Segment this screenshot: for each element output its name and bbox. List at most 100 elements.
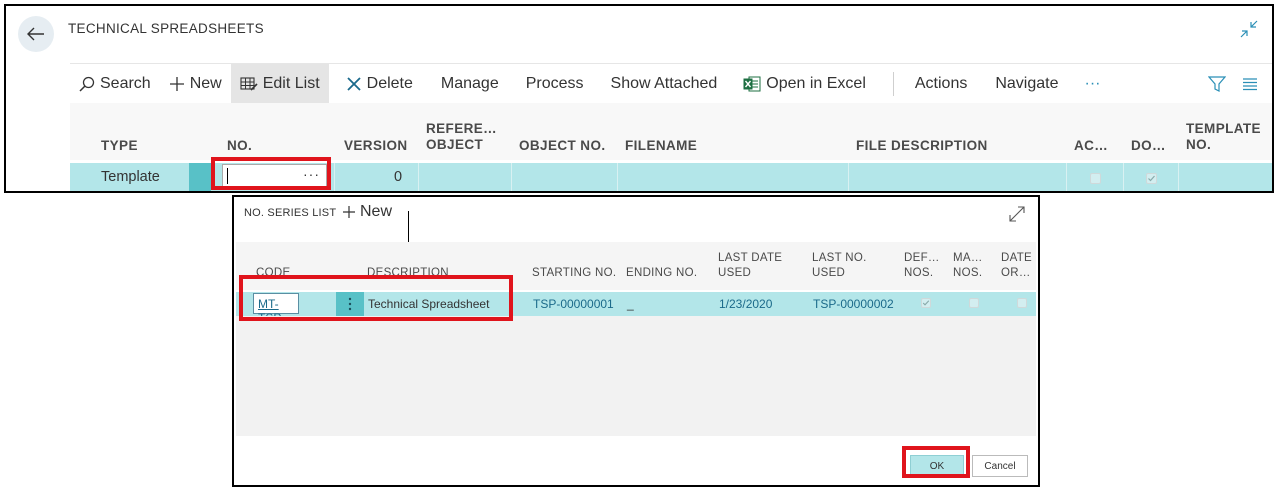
- no-input[interactable]: ···: [222, 164, 327, 188]
- row-selector[interactable]: [189, 163, 211, 191]
- delete-button[interactable]: Delete: [337, 64, 422, 104]
- col-last-no-used-line2: USED: [812, 267, 846, 279]
- col-default-nos-line2: NOS.: [904, 267, 934, 279]
- col-last-date-used[interactable]: LAST DATE USED: [718, 251, 782, 281]
- ok-button[interactable]: OK: [910, 455, 964, 477]
- dialog-title: NO. SERIES LIST: [244, 207, 337, 219]
- column-divider: [1123, 163, 1124, 191]
- search-button[interactable]: Search: [70, 64, 160, 104]
- code-link[interactable]: MT-TSP: [253, 293, 299, 325]
- delete-x-icon: [346, 76, 362, 92]
- col-reference-object-line2: OBJECT: [426, 137, 484, 152]
- back-button[interactable]: [18, 16, 54, 52]
- new-button[interactable]: New: [160, 64, 231, 104]
- col-default-nos-line1: DEF…: [904, 252, 940, 264]
- col-manual-nos-line1: MA…: [953, 252, 983, 264]
- more-options-button[interactable]: ···: [1076, 64, 1110, 104]
- row-menu-button[interactable]: [336, 292, 364, 316]
- expand-icon[interactable]: [1008, 205, 1026, 223]
- dialog-new-button[interactable]: New: [342, 203, 392, 221]
- checkmark-icon: [922, 300, 930, 306]
- table-row[interactable]: MT-TSP Technical Spreadsheet TSP-0000000…: [236, 292, 1036, 325]
- col-template-no-line2: NO.: [1186, 137, 1212, 152]
- col-last-date-used-line1: LAST DATE: [718, 252, 783, 264]
- vertical-ellipsis-icon: [348, 297, 352, 311]
- text-caret: [227, 168, 228, 184]
- actions-label: Actions: [914, 74, 968, 92]
- filter-icon[interactable]: [1208, 76, 1226, 92]
- col-manual-nos[interactable]: MA… NOS.: [953, 251, 983, 281]
- col-last-date-used-line2: USED: [718, 267, 752, 279]
- cell-last-date-used[interactable]: 1/23/2020: [719, 297, 772, 311]
- navigate-label: Navigate: [995, 74, 1059, 92]
- col-reference-object[interactable]: REFERE… OBJECT: [426, 121, 497, 153]
- col-ending-no[interactable]: ENDING NO.: [626, 266, 697, 281]
- manage-label: Manage: [440, 74, 499, 92]
- col-version[interactable]: VERSION: [344, 138, 408, 154]
- col-file-description[interactable]: FILE DESCRIPTION: [856, 138, 988, 154]
- column-divider: [1066, 163, 1067, 191]
- collapse-icon[interactable]: [1240, 20, 1258, 38]
- manual-nos-checkbox[interactable]: [969, 298, 979, 308]
- lookup-button[interactable]: ···: [303, 166, 320, 182]
- search-label: Search: [100, 74, 151, 92]
- empty-list-area: [236, 316, 1036, 436]
- col-template-no[interactable]: TEMPLATE NO.: [1186, 121, 1261, 153]
- col-date-order-line1: DATE: [1001, 252, 1033, 264]
- cell-ending-no[interactable]: _: [627, 297, 634, 311]
- col-filename[interactable]: FILENAME: [625, 138, 697, 154]
- edit-list-label: Edit List: [262, 74, 320, 92]
- column-divider: [1178, 163, 1179, 191]
- navigate-menu[interactable]: Navigate: [986, 64, 1067, 104]
- plus-icon: [169, 76, 185, 92]
- cell-version[interactable]: 0: [394, 169, 402, 185]
- action-bar: Search New Edit List Delete Manage Proce…: [70, 63, 1272, 104]
- list-view-icon[interactable]: [1242, 77, 1258, 91]
- column-divider: [511, 163, 512, 191]
- delete-label: Delete: [366, 74, 413, 92]
- show-attached-button[interactable]: Show Attached: [602, 64, 727, 104]
- main-window: TECHNICAL SPREADSHEETS Search New Edit L…: [4, 4, 1274, 193]
- ac-checkbox[interactable]: [1090, 173, 1101, 184]
- col-do[interactable]: DO…: [1131, 138, 1166, 154]
- col-date-order[interactable]: DATE OR…: [1001, 251, 1032, 281]
- col-starting-no[interactable]: STARTING NO.: [532, 266, 616, 281]
- process-menu[interactable]: Process: [517, 64, 593, 104]
- cell-starting-no[interactable]: TSP-00000001: [533, 297, 614, 311]
- plus-icon: [342, 205, 356, 219]
- excel-icon: [743, 76, 761, 92]
- cell-type[interactable]: Template: [101, 169, 160, 185]
- column-divider: [848, 163, 849, 191]
- col-type[interactable]: TYPE: [101, 138, 138, 154]
- col-default-nos[interactable]: DEF… NOS.: [904, 251, 940, 281]
- open-in-excel-label: Open in Excel: [766, 74, 866, 92]
- col-last-no-used[interactable]: LAST NO. USED: [812, 251, 867, 281]
- cell-description[interactable]: Technical Spreadsheet: [368, 297, 489, 311]
- col-last-no-used-line1: LAST NO.: [812, 252, 867, 264]
- cell-last-no-used[interactable]: TSP-00000002: [813, 297, 894, 311]
- manage-menu[interactable]: Manage: [432, 64, 508, 104]
- right-icons: [1208, 64, 1258, 104]
- cancel-button[interactable]: Cancel: [972, 455, 1028, 477]
- date-order-checkbox[interactable]: [1017, 298, 1027, 308]
- col-date-order-line2: OR…: [1001, 267, 1031, 279]
- col-description[interactable]: DESCRIPTION: [367, 266, 449, 281]
- col-manual-nos-line2: NOS.: [953, 267, 983, 279]
- col-template-no-line1: TEMPLATE: [1186, 121, 1261, 136]
- page-title: TECHNICAL SPREADSHEETS: [68, 21, 264, 36]
- col-no[interactable]: NO.: [227, 138, 252, 154]
- edit-list-button[interactable]: Edit List: [230, 63, 329, 104]
- open-in-excel-button[interactable]: Open in Excel: [734, 64, 875, 104]
- default-nos-checkbox[interactable]: [921, 298, 931, 308]
- col-ac[interactable]: AC…: [1074, 138, 1108, 154]
- checkmark-icon: [1148, 175, 1155, 182]
- col-object-no[interactable]: OBJECT NO.: [519, 138, 606, 154]
- dialog-table-header: CODE DESCRIPTION STARTING NO. ENDING NO.…: [236, 242, 1036, 290]
- col-code[interactable]: CODE: [256, 266, 290, 281]
- do-checkbox[interactable]: [1146, 173, 1157, 184]
- search-icon: [79, 76, 95, 92]
- edit-list-icon: [240, 76, 258, 92]
- toolbar-separator: [892, 71, 894, 96]
- actions-menu[interactable]: Actions: [906, 64, 976, 104]
- dialog-new-label: New: [360, 203, 393, 220]
